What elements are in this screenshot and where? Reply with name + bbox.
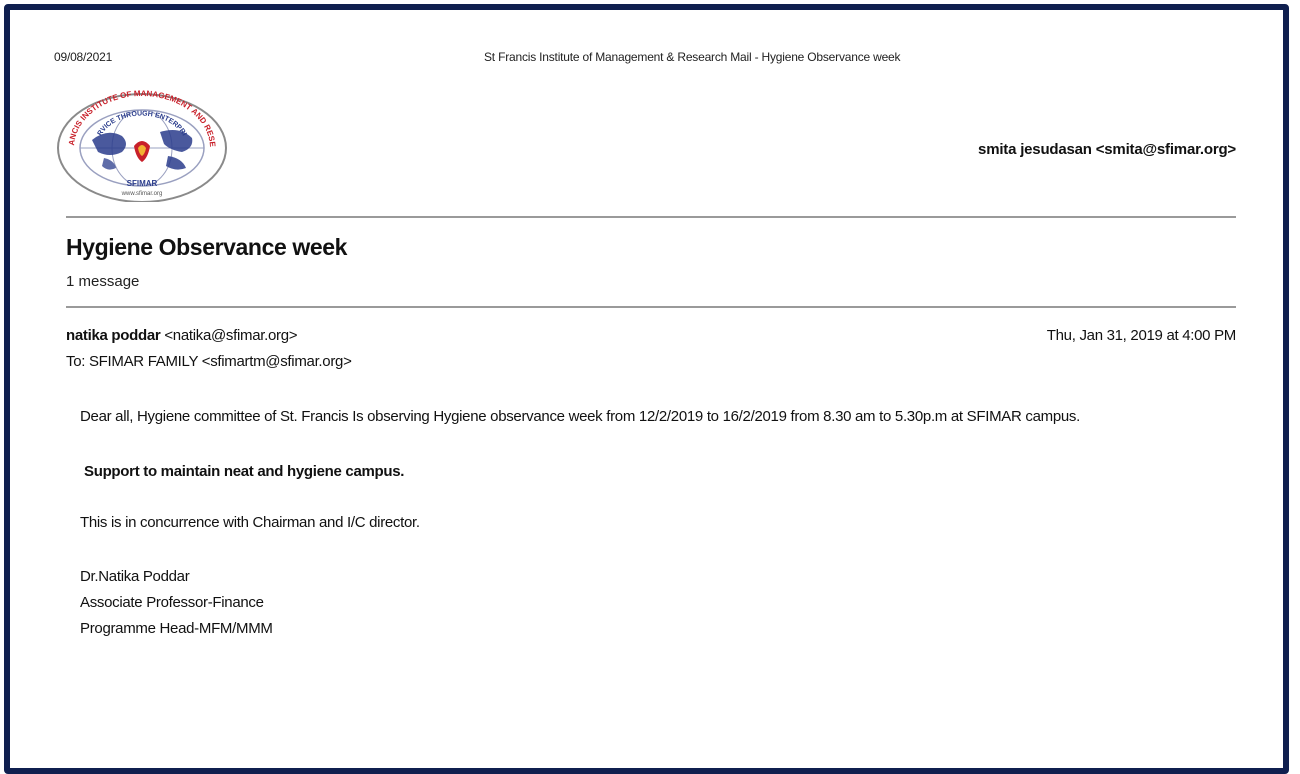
body-paragraph: This is in concurrence with Chairman and… [80,514,420,531]
sfimar-logo: ST. FRANCIS INSTITUTE OF MANAGEMENT AND … [49,79,232,203]
print-date: 09/08/2021 [54,50,113,64]
header-divider [66,216,1236,218]
logo-url: www.sfimar.org [121,191,163,197]
thread-subject: Hygiene Observance week [66,234,348,260]
recipient-line: To: SFIMAR FAMILY <sfimartm@sfimar.org> [66,353,352,370]
sender-email: <natika@sfimar.org> [160,327,298,344]
message-count: 1 message [66,273,140,290]
signature-line: Associate Professor-Finance [80,594,264,611]
sfimar-logo-graphic: ST. FRANCIS INSTITUTE OF MANAGEMENT AND … [49,79,227,203]
sent-date: Thu, Jan 31, 2019 at 4:00 PM [1046,327,1237,344]
thread-divider [66,306,1236,308]
logo-name: SFIMAR [127,179,158,188]
body-paragraph: Dear all, Hygiene committee of St. Franc… [80,408,1080,425]
signature-line: Programme Head-MFM/MMM [80,620,273,637]
signature-line: Dr.Natika Poddar [80,568,190,585]
sender-line: natika poddar <natika@sfimar.org> [66,327,298,344]
print-title: St Francis Institute of Management & Res… [484,50,901,64]
body-paragraph-bold: Support to maintain neat and hygiene cam… [84,463,405,480]
account-identity: smita jesudasan <smita@sfimar.org> [978,141,1236,158]
sender-name: natika poddar [66,327,161,344]
